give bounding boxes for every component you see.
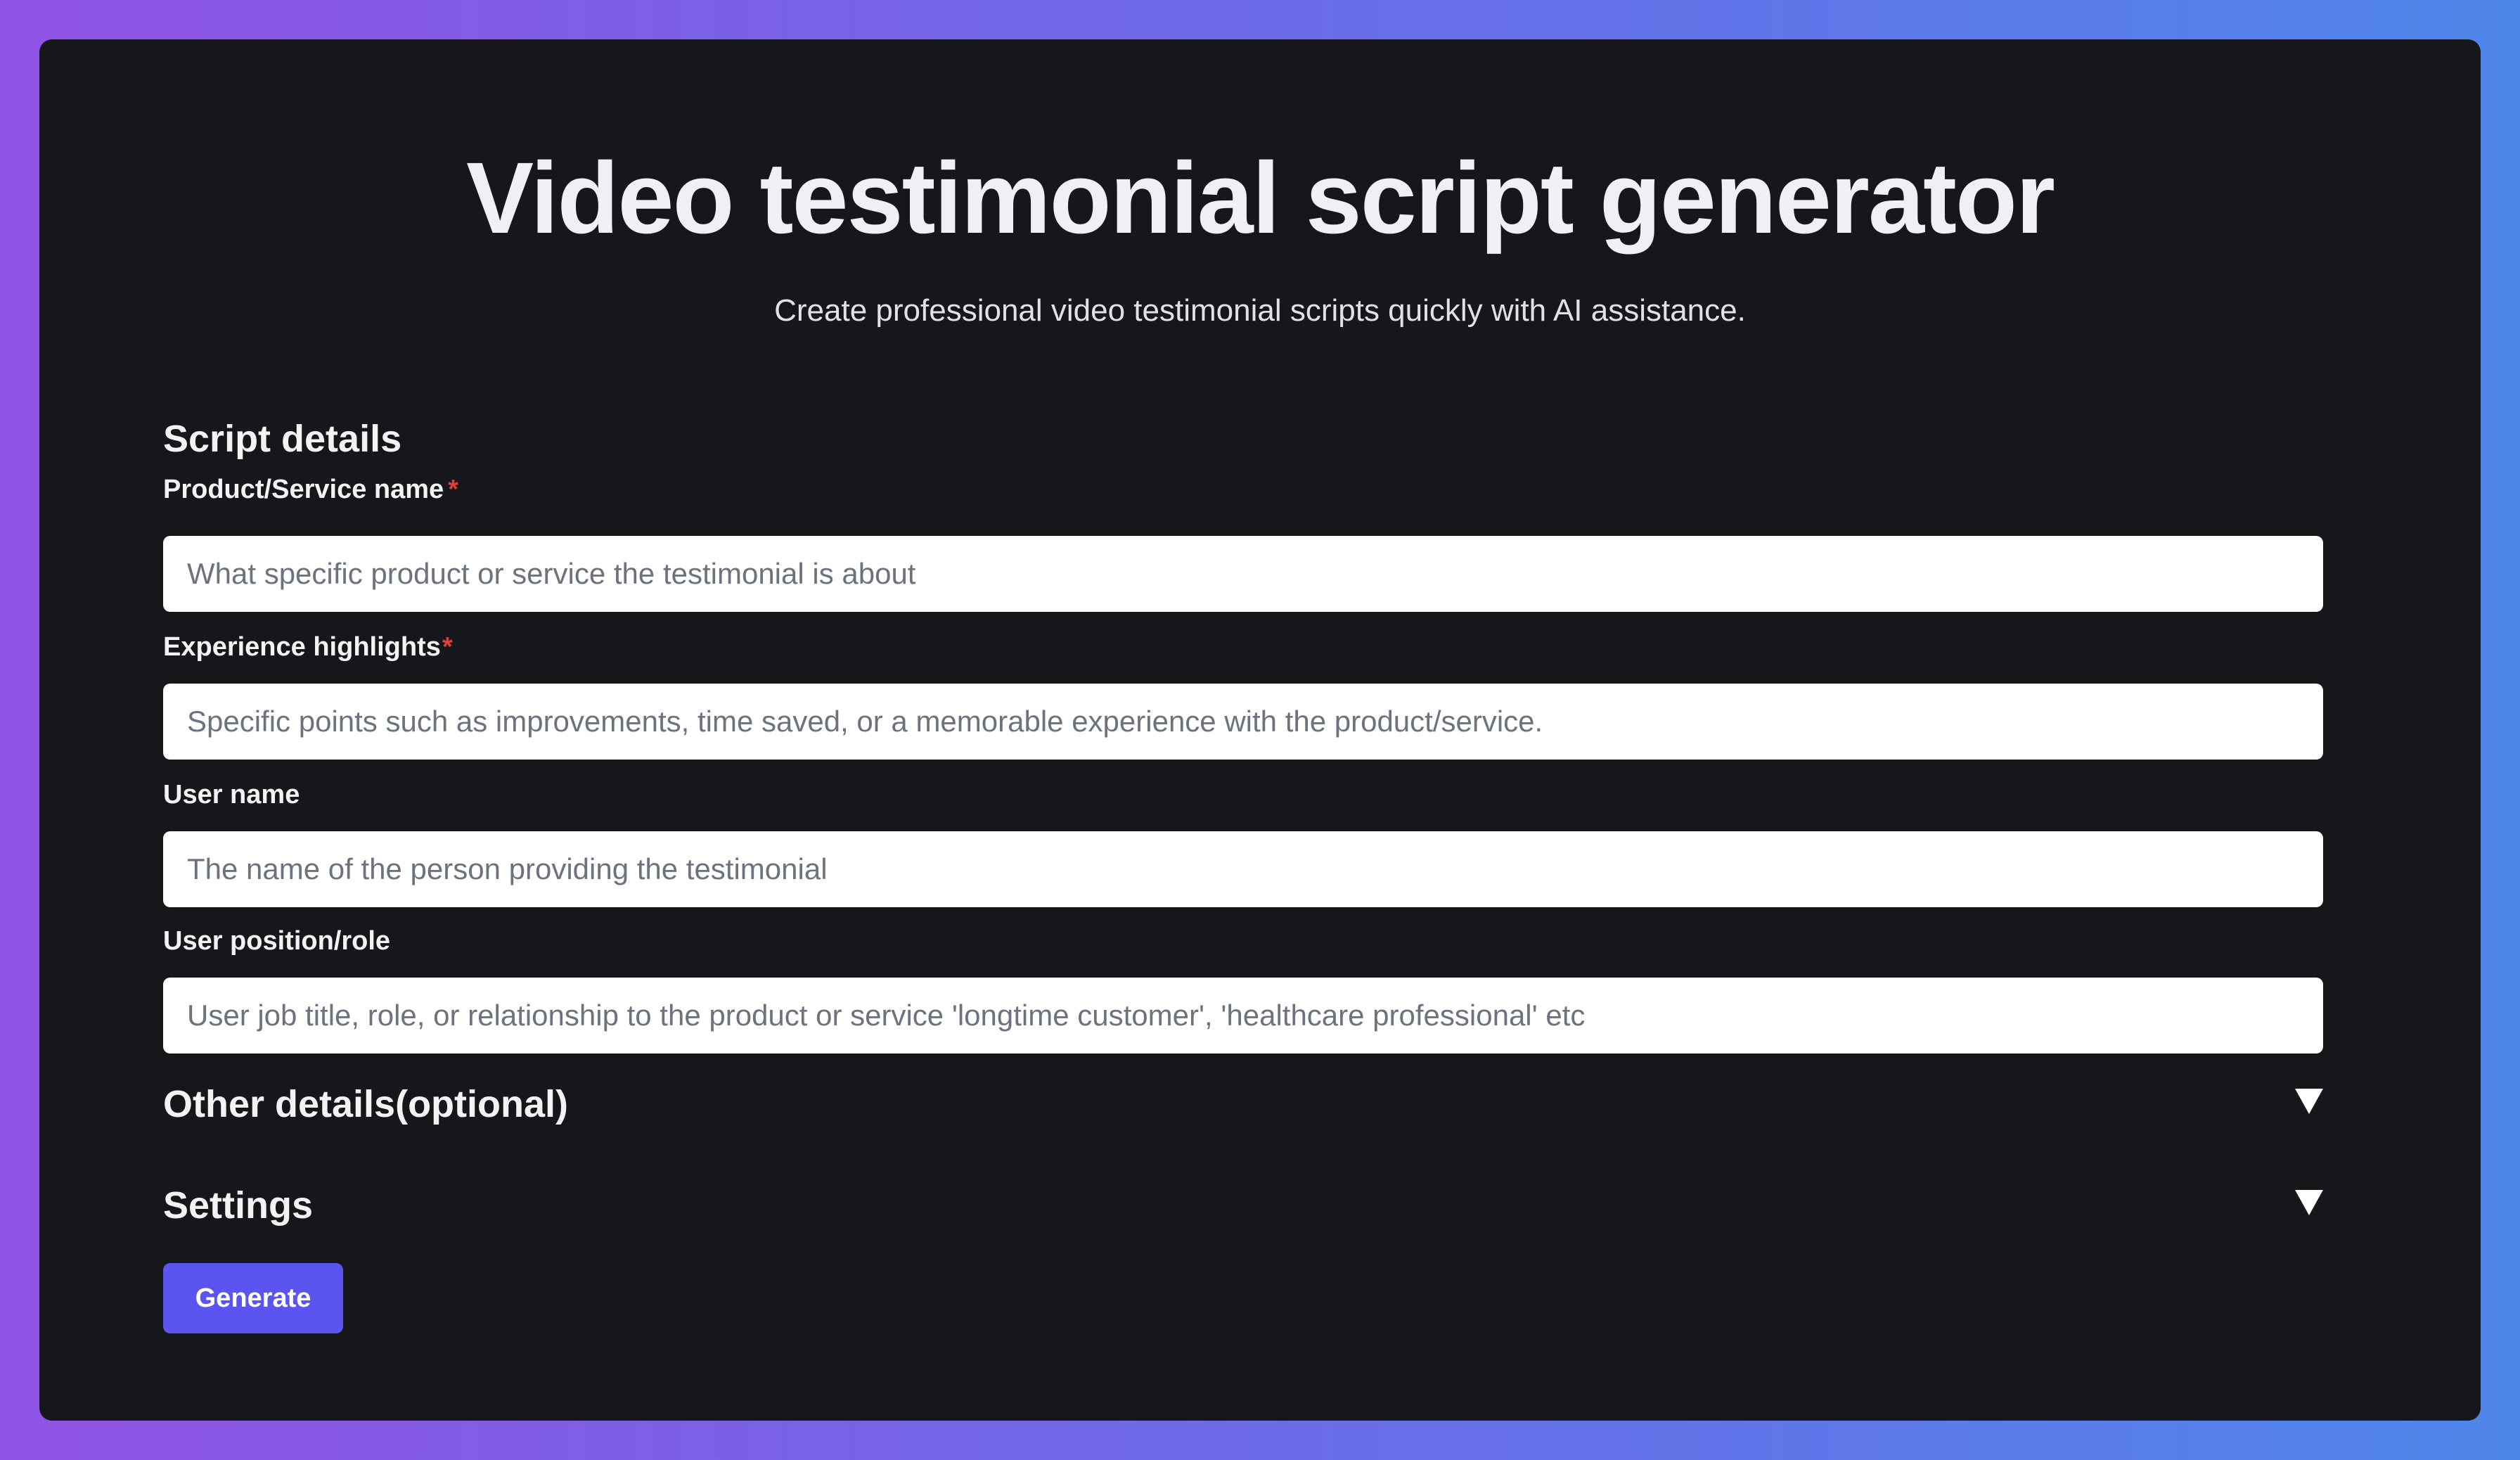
user-name-input[interactable] (163, 831, 2323, 907)
user-name-label-text: User name (163, 780, 300, 809)
product-name-label-text: Product/Service name (163, 475, 444, 504)
chevron-down-icon[interactable] (2295, 1190, 2323, 1215)
required-asterisk: * (442, 632, 453, 662)
settings-toggle[interactable]: Settings (163, 1177, 2323, 1234)
settings-heading: Settings (163, 1184, 314, 1227)
other-details-toggle[interactable]: Other details(optional) (163, 1076, 2323, 1132)
user-role-input[interactable] (163, 978, 2323, 1054)
generate-button[interactable]: Generate (163, 1263, 343, 1333)
product-name-input[interactable] (163, 536, 2323, 612)
script-details-heading: Script details (163, 418, 402, 460)
page-subtitle: Create professional video testimonial sc… (774, 293, 1746, 328)
main-card: Video testimonial script generator Creat… (39, 39, 2481, 1421)
product-name-label: Product/Service name * (163, 473, 458, 506)
other-details-heading: Other details(optional) (163, 1083, 569, 1125)
required-asterisk: * (448, 475, 458, 504)
chevron-down-icon[interactable] (2295, 1089, 2323, 1114)
page-title: Video testimonial script generator (466, 141, 2055, 255)
experience-highlights-input[interactable] (163, 684, 2323, 760)
experience-highlights-label: Experience highlights* (163, 630, 453, 664)
user-name-label: User name (163, 778, 300, 812)
user-role-label: User position/role (163, 924, 390, 958)
user-role-label-text: User position/role (163, 926, 391, 956)
experience-highlights-label-text: Experience highlights (163, 632, 441, 662)
